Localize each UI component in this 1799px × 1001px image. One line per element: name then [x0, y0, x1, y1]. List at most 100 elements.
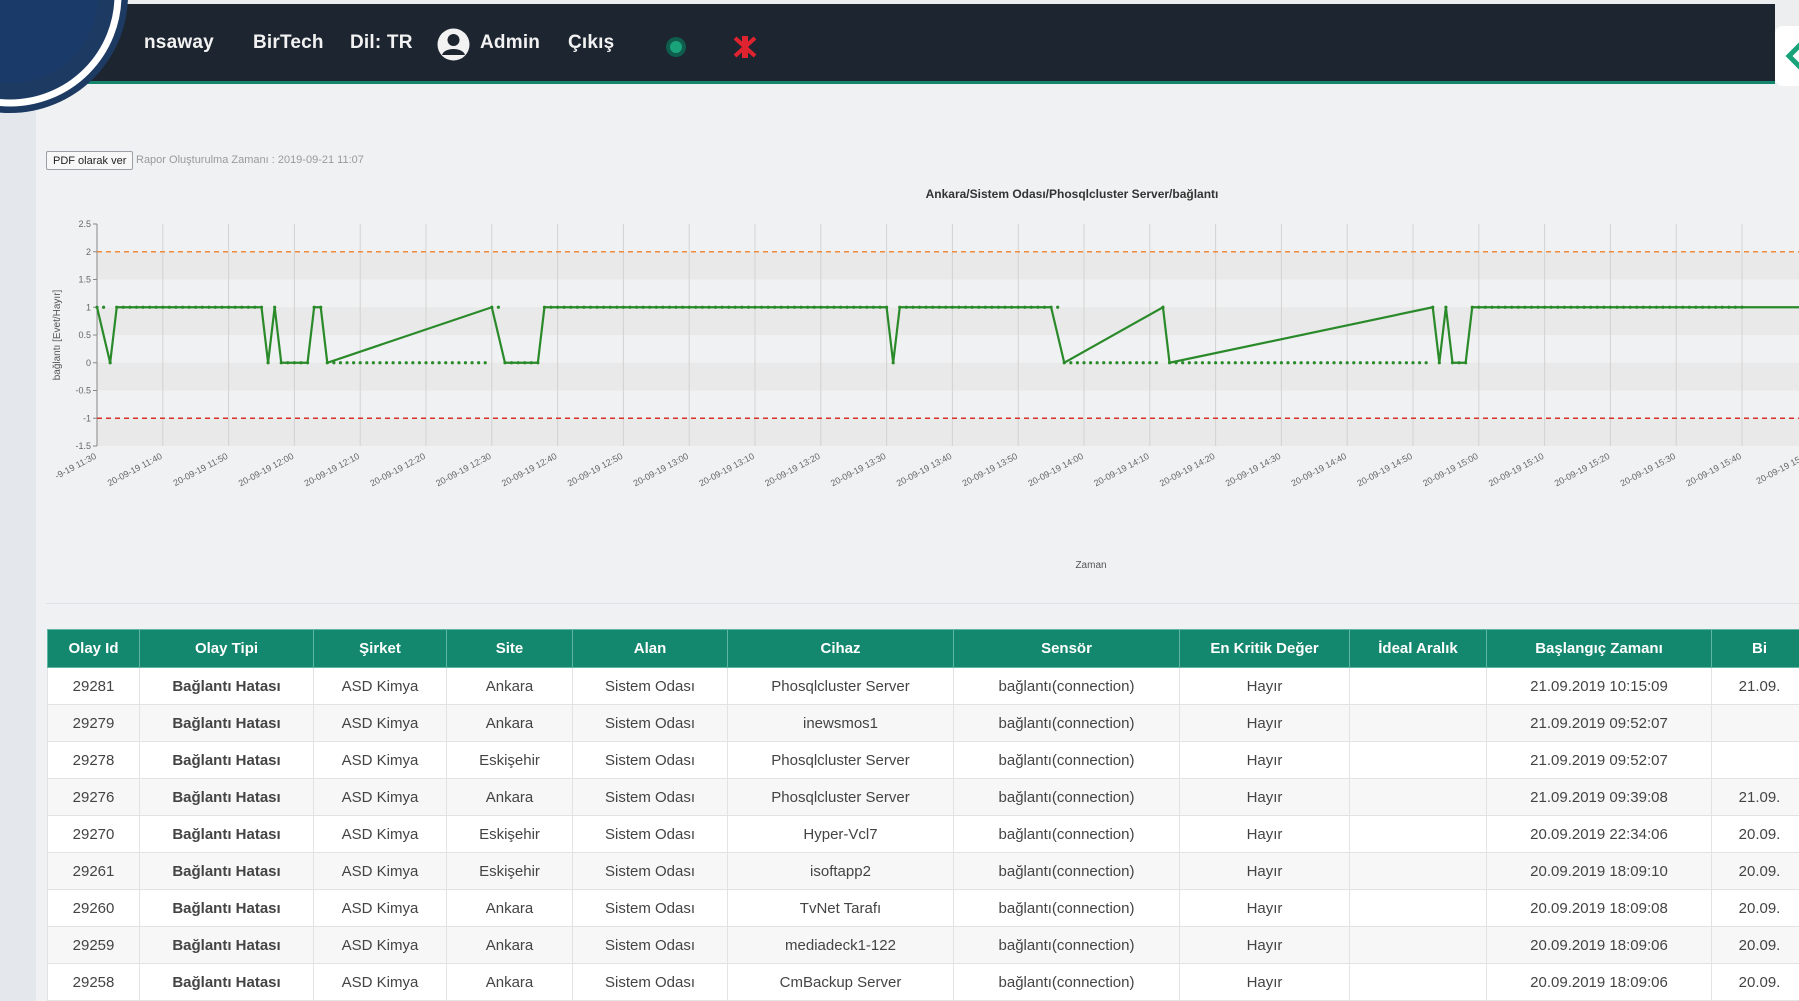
chart-point	[1444, 305, 1448, 309]
cell-sensor: bağlantı(connection)	[953, 926, 1180, 964]
chart-point	[845, 305, 849, 309]
chart-y-tick-label: 2	[86, 247, 91, 257]
chart-x-tick-label: 20-09-19 13:00	[632, 451, 691, 488]
col-header-area[interactable]: Alan	[572, 629, 728, 668]
col-header-device[interactable]: Cihaz	[727, 629, 954, 668]
chart-point	[746, 305, 751, 309]
chart-point	[1240, 361, 1244, 365]
chart-point	[1102, 361, 1106, 365]
chart-point	[1253, 361, 1257, 365]
chart-point	[437, 361, 441, 365]
table-row[interactable]: 29261 Bağlantı Hatası ASD Kimya Eskişehir Si…	[47, 852, 1799, 890]
cell-start-time: 21.09.2019 09:52:07	[1486, 741, 1712, 779]
chart-point	[720, 305, 724, 309]
chart-point	[1339, 361, 1343, 365]
chart-point	[279, 361, 283, 365]
chart-point	[115, 305, 119, 309]
logo	[0, 0, 128, 113]
chart-point	[602, 305, 606, 309]
chart-point	[957, 305, 961, 309]
chart-point	[411, 361, 415, 365]
chart-point	[1365, 361, 1369, 365]
chart-point	[786, 305, 790, 309]
cell-device: Phosqlcluster Server	[727, 778, 954, 816]
warning-icon[interactable]	[732, 34, 758, 60]
cell-device: Phosqlcluster Server	[727, 667, 954, 705]
cell-company: ASD Kimya	[313, 667, 447, 705]
chart-point	[1082, 361, 1086, 365]
nav-birtech-link[interactable]: BirTech	[253, 32, 324, 54]
nav-logout-link[interactable]: Çıkış	[568, 32, 614, 54]
chart-band	[97, 418, 1799, 446]
col-header-event-id[interactable]: Olay Id	[47, 629, 140, 668]
table-row[interactable]: 29279 Bağlantı Hatası ASD Kimya Ankara Siste…	[47, 704, 1799, 742]
chart-point	[1010, 305, 1014, 309]
chart-point	[220, 305, 224, 309]
col-header-critical-value[interactable]: En Kritik Değer	[1179, 629, 1350, 668]
table-row[interactable]: 29258 Bağlantı Hatası ASD Kimya Ankara Siste…	[47, 963, 1799, 1001]
table-row[interactable]: 29270 Bağlantı Hatası ASD Kimya Eskişehir Si…	[47, 815, 1799, 853]
cell-end-time: 20.09.	[1711, 889, 1799, 927]
chart-point	[950, 305, 955, 309]
chart-point	[463, 361, 468, 365]
chart-point	[345, 361, 349, 365]
chart-x-tick-label: 20-09-19 11:50	[172, 451, 230, 488]
cell-event-type[interactable]: Bağlantı Hatası	[139, 889, 314, 927]
cell-event-type[interactable]: Bağlantı Hatası	[139, 667, 314, 705]
chart-point	[319, 305, 323, 309]
col-header-start-time[interactable]: Başlangıç Zamanı	[1486, 629, 1712, 668]
status-dot-icon[interactable]	[665, 36, 687, 58]
chart-x-tick-label: 20-09-19 14:10	[1092, 451, 1151, 488]
cell-end-time: 20.09.	[1711, 926, 1799, 964]
cell-event-type[interactable]: Bağlantı Hatası	[139, 704, 314, 742]
chart-point	[1121, 361, 1126, 365]
cell-event-type[interactable]: Bağlantı Hatası	[139, 852, 314, 890]
chart-point	[503, 361, 507, 365]
table-row[interactable]: 29259 Bağlantı Hatası ASD Kimya Ankara Siste…	[47, 926, 1799, 964]
chart-point	[661, 305, 665, 309]
cell-event-type[interactable]: Bağlantı Hatası	[139, 815, 314, 853]
chart-x-tick-label: 20-09-19 15:10	[1487, 451, 1546, 488]
nav-admin-link[interactable]: Admin	[480, 32, 540, 54]
col-header-site[interactable]: Site	[446, 629, 573, 668]
cell-event-type[interactable]: Bağlantı Hatası	[139, 778, 314, 816]
table-row[interactable]: 29260 Bağlantı Hatası ASD Kimya Ankara Siste…	[47, 889, 1799, 927]
cell-end-time: 20.09.	[1711, 963, 1799, 1001]
chart-point	[615, 305, 619, 309]
chart-x-tick-label: 20-09-19 11:40	[106, 451, 164, 488]
left-edge-strip	[0, 0, 36, 1001]
chart-point	[207, 305, 211, 309]
chart-point	[240, 305, 244, 309]
table-row[interactable]: 29276 Bağlantı Hatası ASD Kimya Ankara Siste…	[47, 778, 1799, 816]
chart-point	[634, 305, 639, 309]
chart-point	[977, 305, 981, 309]
col-header-company[interactable]: Şirket	[313, 629, 447, 668]
cell-company: ASD Kimya	[313, 852, 447, 890]
col-header-event-type[interactable]: Olay Tipi	[139, 629, 314, 668]
cell-event-id: 29278	[47, 741, 140, 779]
col-header-end-time[interactable]: Bi	[1711, 629, 1799, 668]
chart-point	[332, 361, 336, 365]
chart-point	[174, 305, 178, 309]
chart-point	[588, 305, 593, 309]
pdf-export-button[interactable]: PDF olarak ver	[46, 151, 134, 170]
nav-language-link[interactable]: Dil: TR	[350, 32, 413, 54]
cell-critical-value: Hayır	[1179, 852, 1350, 890]
col-header-ideal-range[interactable]: İdeal Aralık	[1349, 629, 1487, 668]
chart-point	[299, 361, 303, 365]
chart-point	[733, 305, 737, 309]
top-navbar: nsaway BirTech Dil: TR Admin Çıkış	[0, 4, 1775, 84]
chart-point	[101, 305, 106, 309]
cell-event-type[interactable]: Bağlantı Hatası	[139, 963, 314, 1001]
cell-event-type[interactable]: Bağlantı Hatası	[139, 926, 314, 964]
col-header-sensor[interactable]: Sensör	[953, 629, 1180, 668]
table-row[interactable]: 29278 Bağlantı Hatası ASD Kimya Eskişehir Si…	[47, 741, 1799, 779]
chart-point	[1595, 305, 1599, 309]
user-icon[interactable]	[437, 28, 470, 61]
table-row[interactable]: 29281 Bağlantı Hatası ASD Kimya Ankara Siste…	[47, 667, 1799, 705]
cell-area: Sistem Odası	[572, 704, 728, 742]
chart-point	[253, 305, 257, 309]
chart-point	[1260, 361, 1264, 365]
corner-arrow-icon	[1785, 42, 1799, 70]
cell-event-type[interactable]: Bağlantı Hatası	[139, 741, 314, 779]
